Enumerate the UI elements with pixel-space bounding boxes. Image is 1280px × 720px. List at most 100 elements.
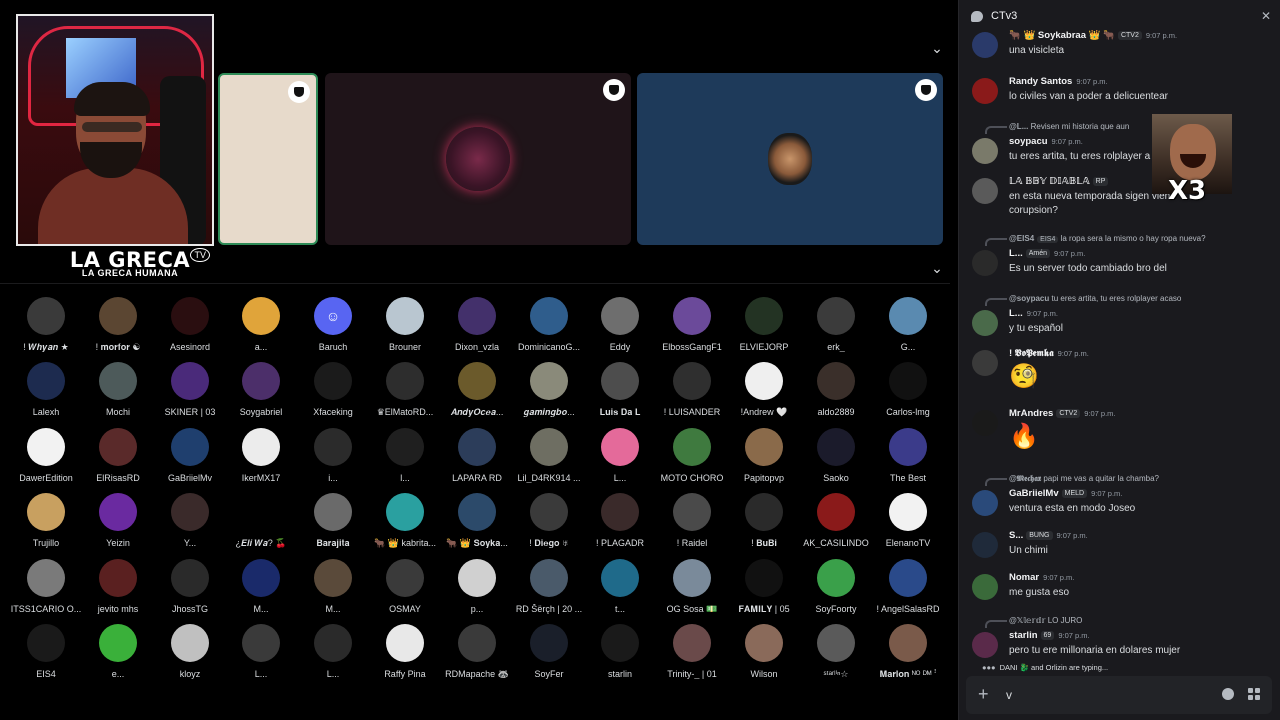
participant-tile[interactable]: Mochi [82, 362, 154, 417]
participant-tile[interactable]: L... [225, 624, 297, 679]
participant-tile[interactable]: Trujillo [10, 493, 82, 548]
username[interactable]: 𝕃𝔸 𝔹𝔹𝕐 𝔻𝕀𝔸𝔹𝕃𝔸 [1009, 176, 1090, 187]
video-tile-1[interactable] [218, 73, 318, 245]
participant-tile[interactable]: Xfaceking [297, 362, 369, 417]
message-input[interactable] [1006, 684, 1206, 706]
participant-tile[interactable]: ! 𝐦𝐨𝐫𝐟𝐨𝐫 ☯ [82, 297, 154, 353]
avatar[interactable] [972, 632, 998, 658]
username[interactable]: 🐂 👑 Soykabraa 👑 🐂 [1009, 30, 1115, 41]
participant-tile[interactable]: LAPARA RD [441, 428, 513, 483]
participant-tile[interactable]: e... [82, 624, 154, 679]
avatar[interactable] [972, 78, 998, 104]
participant-tile[interactable]: 𝐌𝐚𝐫𝐥𝐨𝐧 ᴺᴼ ᴰᴹ ꜝ [872, 624, 944, 680]
participant-tile[interactable]: ˢᵗᵃʳˡⁱⁿ☆ [800, 624, 872, 680]
username[interactable]: soypacu [1009, 136, 1048, 147]
participant-tile[interactable]: L... [584, 428, 656, 483]
participant-tile[interactable]: L... [297, 624, 369, 679]
participant-tile[interactable]: DawerEdition [10, 428, 82, 483]
avatar[interactable] [972, 574, 998, 600]
avatar[interactable] [972, 138, 998, 164]
reply-preview[interactable]: @soypacu tu eres artita, tu eres rolplay… [1009, 294, 1181, 303]
participant-tile[interactable]: The Best [872, 428, 944, 483]
participant-tile[interactable]: 𝐁𝐚𝐫𝐚𝐣𝐢𝐭𝐚 [297, 493, 369, 549]
participant-tile[interactable]: Asesinord [154, 297, 226, 352]
participant-tile[interactable]: M... [225, 559, 297, 614]
participant-tile[interactable]: ! 𝐃𝐢𝐞𝐠𝐨 ♅ [513, 493, 585, 549]
participant-tile[interactable]: RD Šërçh | 20 ... [513, 559, 585, 614]
participant-tile[interactable]: ElenanoTV [872, 493, 944, 548]
participant-tile[interactable]: Wilson [728, 624, 800, 679]
username[interactable]: Nomar [1009, 572, 1039, 583]
participant-tile[interactable]: aldo2889 [800, 362, 872, 417]
participant-tile[interactable]: JhossTG [154, 559, 226, 614]
participant-tile[interactable]: Soygabriel [225, 362, 297, 417]
participant-tile[interactable]: 𝐋𝐮𝐢𝐬 𝐃𝐚 𝐋 [584, 362, 656, 418]
username[interactable]: GaBriielMv [1009, 488, 1059, 499]
avatar[interactable] [972, 310, 998, 336]
participant-tile[interactable]: 🐂 👑 kabrita... [369, 493, 441, 549]
participant-tile[interactable]: i... [297, 428, 369, 483]
participant-tile[interactable]: Eddy [584, 297, 656, 352]
participant-tile[interactable]: p... [441, 559, 513, 614]
participant-tile[interactable]: Yeizin [82, 493, 154, 548]
reply-preview[interactable]: @L... Revisen mi historia que aun [1009, 122, 1129, 131]
avatar[interactable] [972, 490, 998, 516]
username[interactable]: Randy Santos [1009, 76, 1072, 87]
participant-tile[interactable]: erk_ [800, 297, 872, 352]
participant-tile[interactable]: ! Raidel [656, 493, 728, 548]
participant-tile[interactable]: Y... [154, 493, 226, 548]
avatar[interactable] [972, 350, 998, 376]
participant-tile[interactable]: ¿𝑬𝒍𝒊 𝑾𝒂? 🍒 [225, 493, 297, 549]
avatar[interactable] [972, 250, 998, 276]
participant-tile[interactable]: jevito mhs [82, 559, 154, 614]
participant-tile[interactable]: Saoko [800, 428, 872, 483]
shield-icon[interactable] [288, 81, 310, 103]
participant-tile[interactable]: IkerMX17 [225, 428, 297, 483]
avatar[interactable] [972, 178, 998, 204]
participant-tile[interactable]: OSMAY [369, 559, 441, 614]
participant-tile[interactable]: ♛ElMatoRD... [369, 362, 441, 418]
participant-tile[interactable]: ! AngelSalasRD [872, 559, 944, 614]
participant-tile[interactable]: AK_CASILINDO [800, 493, 872, 548]
participant-tile[interactable]: Lalexh [10, 362, 82, 417]
username[interactable]: L... [1009, 248, 1023, 259]
participant-tile[interactable]: Brouner [369, 297, 441, 352]
emoji-icon[interactable] [1222, 688, 1234, 700]
participant-tile[interactable]: G... [872, 297, 944, 352]
chevron-down-icon[interactable]: ⌄ [929, 260, 945, 277]
avatar[interactable] [972, 32, 998, 58]
participant-tile[interactable]: M... [297, 559, 369, 614]
participant-tile[interactable]: 𝐅𝐀𝐌𝐈𝐋𝐘 | 05 [728, 559, 800, 615]
participant-tile[interactable]: ! 𝐁𝐮𝐁𝐢 [728, 493, 800, 549]
participant-tile[interactable]: MOTO CHORO [656, 428, 728, 483]
participant-tile[interactable]: Dixon_vzla [441, 297, 513, 352]
participant-tile[interactable]: 𝑨𝒏𝒅𝒚𝑶𝒄𝒆𝒂... [441, 362, 513, 418]
reply-preview[interactable]: @EIS4 EIS4 la ropa sera la mismo o hay ro… [1009, 234, 1206, 243]
participant-tile[interactable]: t... [584, 559, 656, 614]
username[interactable]: S... [1009, 530, 1023, 541]
participant-tile[interactable]: RDMapache 🦝 [441, 624, 513, 680]
video-tile-3[interactable] [637, 73, 943, 245]
participant-tile[interactable]: l... [369, 428, 441, 483]
participant-tile[interactable]: ! 𝑾𝒉𝒚𝒂𝒏 ★ [10, 297, 82, 353]
username[interactable]: ! 𝖁𝖔𝕻𝖊𝖒𝖐𝖆 [1009, 348, 1054, 359]
participant-tile[interactable]: 🐂 👑 𝐒𝐨𝐲𝐤𝐚... [441, 493, 513, 549]
close-icon[interactable]: ✕ [1261, 9, 1271, 23]
participant-tile[interactable]: ELVIEJORP [728, 297, 800, 352]
participant-tile[interactable]: Papitopvp [728, 428, 800, 483]
participant-tile[interactable]: SKINER | 03 [154, 362, 226, 417]
username[interactable]: MrAndres [1009, 408, 1053, 419]
participant-tile[interactable]: EIS4 [10, 624, 82, 679]
participant-tile[interactable]: OG Sosa 💵 [656, 559, 728, 615]
participant-tile[interactable]: ITSS1CARIO O... [10, 559, 82, 614]
avatar[interactable] [972, 410, 998, 436]
participant-tile[interactable]: starlin [584, 624, 656, 679]
avatar[interactable] [972, 532, 998, 558]
apps-icon[interactable] [1248, 688, 1260, 700]
reply-preview[interactable]: @𝕏𝕝𝕖𝕣𝕕𝕣 LO JURO [1009, 616, 1082, 625]
reply-preview[interactable]: @𝕸𝖊𝖈𝖍𝖆𝖝 papi me vas a quitar la chamba? [1009, 474, 1159, 484]
participant-tile[interactable]: ☺ Baruch [297, 297, 369, 352]
participant-tile[interactable]: !Andrew 🤍 [728, 362, 800, 418]
username[interactable]: L... [1009, 308, 1023, 319]
participant-tile[interactable]: ! PLAGADR [584, 493, 656, 548]
